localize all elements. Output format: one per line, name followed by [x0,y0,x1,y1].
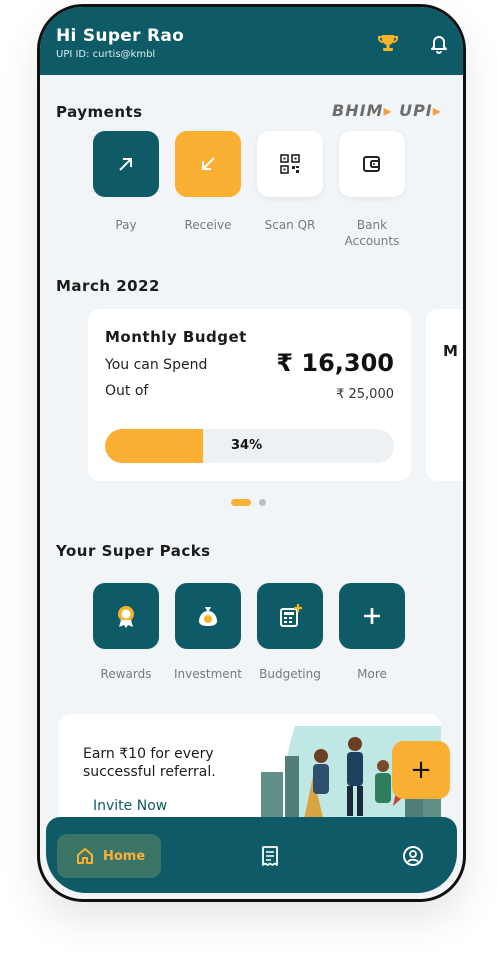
wallet-icon [363,156,380,172]
total-amount: ₹ 25,000 [336,387,394,402]
spend-amount: ₹ 16,300 [276,349,394,377]
arrow-up-right-icon [119,158,132,171]
budget-progress-fill [105,429,204,463]
arrow-down-left-icon [202,157,215,170]
trophy-icon[interactable] [377,32,399,54]
app-header: Hi Super Rao UPI ID: curtis@kmbl [40,7,463,75]
investment-label: Investment [174,667,242,681]
profile-icon [403,846,423,866]
more-button[interactable] [339,583,405,649]
qr-code-icon [280,154,300,174]
next-card-peek-text: M [443,342,458,360]
scan-qr-button[interactable] [257,131,323,197]
budgeting-label: Budgeting [259,667,321,681]
pay-label: Pay [115,218,137,232]
payments-title: Payments [56,103,143,121]
budget-progress-bar: 34% [105,429,394,463]
budgeting-button[interactable] [257,583,323,649]
nav-home[interactable]: Home [57,834,161,878]
referral-text: Earn ₹10 for every successful referral. [83,746,216,780]
upi-id: UPI ID: curtis@kmbl [56,49,156,60]
referral-card[interactable]: Earn ₹10 for every successful referral. … [59,714,441,834]
bank-accounts-label: Bank Accounts [344,218,400,248]
month-title: March 2022 [56,277,160,295]
plus-icon: + [410,755,432,785]
pay-button[interactable] [93,131,159,197]
greeting: Hi Super Rao [56,26,185,46]
spend-label: You can Spend [105,357,208,373]
calculator-icon [280,604,302,627]
budget-card-title: Monthly Budget [105,328,247,346]
receipt-icon [262,846,278,866]
floating-add-button[interactable]: + [392,741,450,799]
monthly-budget-card[interactable]: Monthly Budget You can Spend ₹ 16,300 Ou… [88,309,411,481]
investment-button[interactable] [175,583,241,649]
rewards-badge-icon [118,606,134,628]
rewards-label: Rewards [100,667,152,681]
rewards-button[interactable] [93,583,159,649]
nav-home-label: Home [103,848,146,864]
bell-icon[interactable] [428,32,450,54]
super-packs-title: Your Super Packs [56,542,211,560]
next-budget-card[interactable]: M [426,309,463,481]
bank-accounts-button[interactable] [339,131,405,197]
bottom-navigation: Home [46,817,457,893]
phone-frame: Hi Super Rao UPI ID: curtis@kmbl Payment… [37,4,466,902]
receive-label: Receive [184,218,232,232]
plus-icon [364,608,380,624]
bhim-upi-logo: BHIM▸ UPI▸ [332,101,442,120]
receive-button[interactable] [175,131,241,197]
out-of-label: Out of [105,383,149,399]
scan-qr-label: Scan QR [264,218,316,232]
nav-profile[interactable] [402,845,424,871]
budget-progress-label: 34% [231,438,263,453]
nav-transactions[interactable] [260,845,280,871]
pager-dot[interactable] [259,499,266,506]
home-icon [77,848,93,864]
money-bag-icon [199,607,217,626]
more-label: More [357,667,387,681]
pager-dot-active[interactable] [231,499,251,506]
invite-now-link[interactable]: Invite Now [93,798,167,814]
